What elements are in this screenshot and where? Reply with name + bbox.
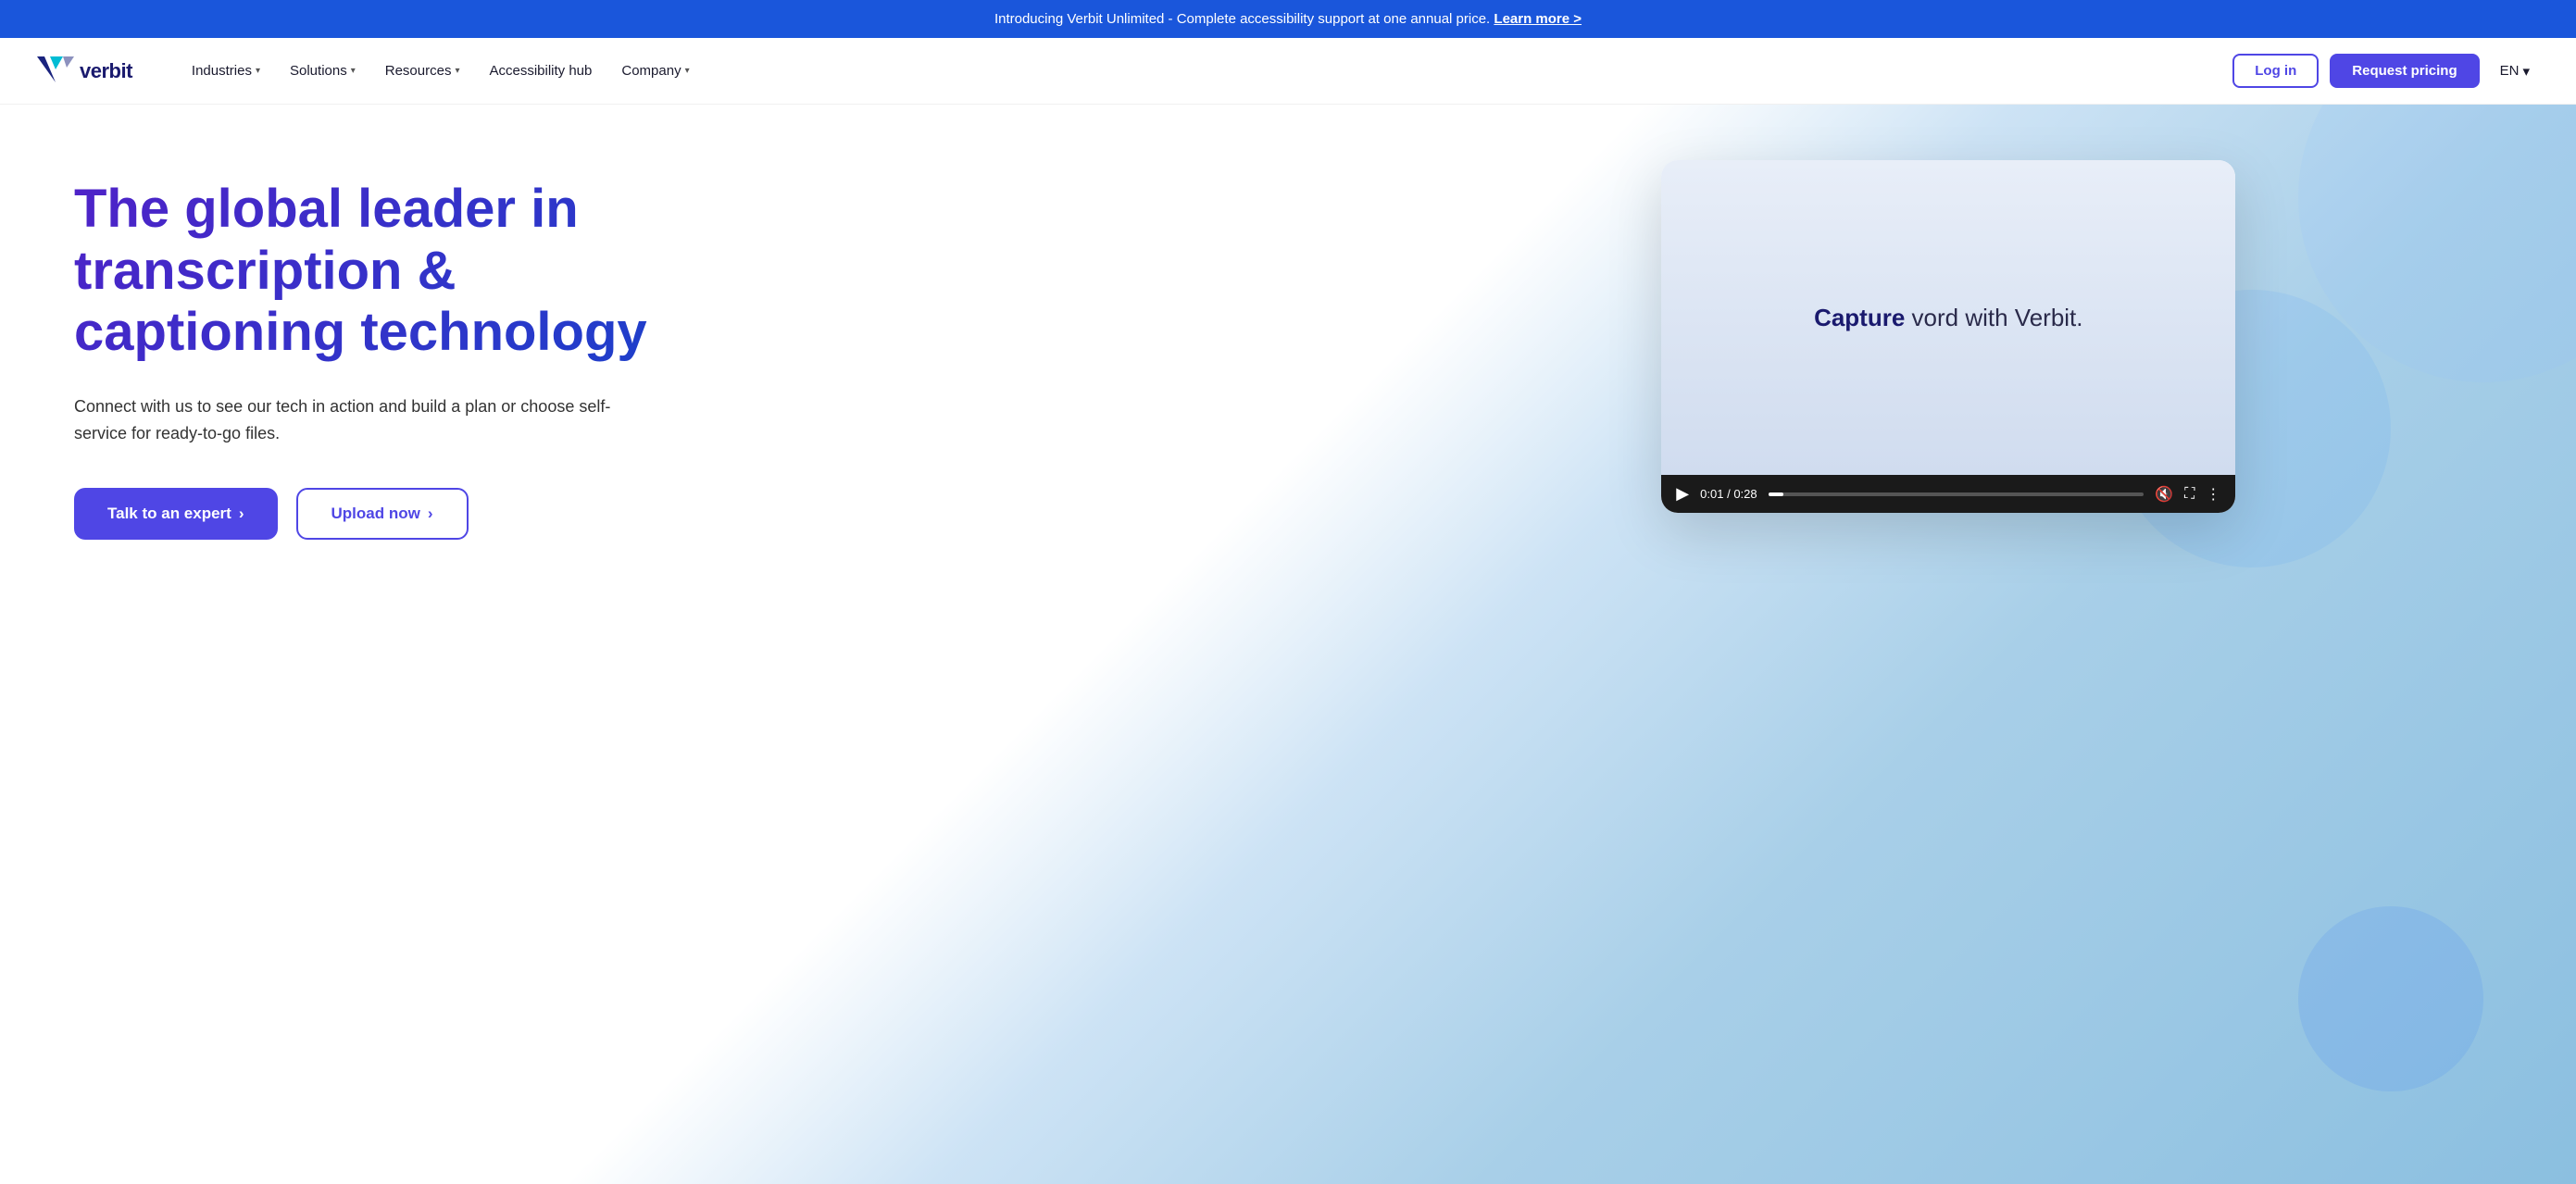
request-pricing-button[interactable]: Request pricing <box>2330 54 2479 88</box>
arrow-icon: › <box>239 505 244 523</box>
banner-link[interactable]: Learn more > <box>1494 11 1582 27</box>
video-progress-fill <box>1769 492 1783 496</box>
chevron-down-icon: ▾ <box>685 66 690 76</box>
chevron-down-icon: ▾ <box>351 66 356 76</box>
language-selector[interactable]: EN ▾ <box>2491 56 2539 87</box>
chevron-down-icon: ▾ <box>256 66 260 76</box>
navbar: verbit Industries ▾ Solutions ▾ Resource… <box>0 38 2576 105</box>
logo-text: verbit <box>80 59 132 83</box>
login-button[interactable]: Log in <box>2232 54 2319 88</box>
banner-text: Introducing Verbit Unlimited - Complete … <box>994 11 1490 27</box>
nav-company[interactable]: Company ▾ <box>608 56 702 86</box>
video-controls: ▶ 0:01 / 0:28 🔇 ⛶ ⋮ <box>1661 475 2235 513</box>
video-display: Capture vord with Verbit. <box>1661 160 2235 475</box>
logo-icon <box>37 56 74 86</box>
hero-right: Capture vord with Verbit. ▶ 0:01 / 0:28 … <box>1340 105 2576 1184</box>
hero-title: The global leader in transcription & cap… <box>74 179 648 364</box>
logo[interactable]: verbit <box>37 56 132 86</box>
announcement-banner: Introducing Verbit Unlimited - Complete … <box>0 0 2576 38</box>
nav-resources[interactable]: Resources ▾ <box>372 56 473 86</box>
video-right-controls: 🔇 ⛶ ⋮ <box>2155 485 2220 504</box>
video-caption: Capture vord with Verbit. <box>1814 304 2082 332</box>
fullscreen-icon[interactable]: ⛶ <box>2184 486 2195 503</box>
arrow-icon: › <box>428 505 433 523</box>
nav-industries[interactable]: Industries ▾ <box>179 56 273 86</box>
hero-left: The global leader in transcription & cap… <box>0 105 1340 1184</box>
play-button[interactable]: ▶ <box>1676 484 1689 504</box>
nav-actions: Log in Request pricing EN ▾ <box>2232 54 2539 88</box>
hero-buttons: Talk to an expert › Upload now › <box>74 488 1284 540</box>
talk-to-expert-button[interactable]: Talk to an expert › <box>74 488 278 540</box>
video-card: Capture vord with Verbit. ▶ 0:01 / 0:28 … <box>1661 160 2235 513</box>
video-progress-bar[interactable] <box>1769 492 2145 496</box>
video-time: 0:01 / 0:28 <box>1700 487 1757 501</box>
volume-mute-icon[interactable]: 🔇 <box>2155 485 2173 504</box>
more-options-icon[interactable]: ⋮ <box>2206 485 2220 504</box>
nav-accessibility-hub[interactable]: Accessibility hub <box>476 56 605 86</box>
nav-solutions[interactable]: Solutions ▾ <box>277 56 369 86</box>
chevron-down-icon: ▾ <box>2522 63 2530 80</box>
hero-section: The global leader in transcription & cap… <box>0 105 2576 1184</box>
nav-links: Industries ▾ Solutions ▾ Resources ▾ Acc… <box>179 56 2232 86</box>
upload-now-button[interactable]: Upload now › <box>296 488 469 540</box>
hero-subtitle: Connect with us to see our tech in actio… <box>74 393 611 447</box>
chevron-down-icon: ▾ <box>455 66 459 76</box>
